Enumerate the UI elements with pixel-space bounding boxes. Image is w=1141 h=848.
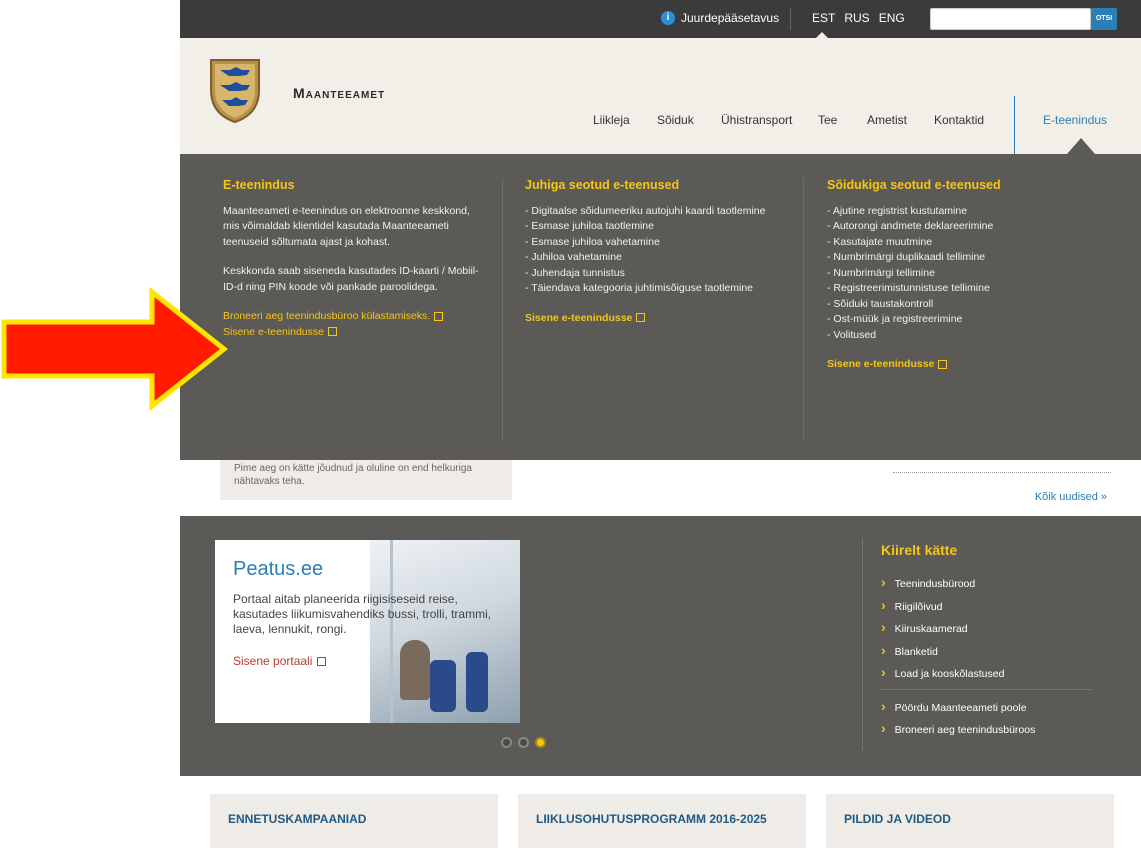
quick-link[interactable]: Load ja kooskõlastused xyxy=(881,662,1112,685)
list-item[interactable]: - Esmase juhiloa taotlemine xyxy=(525,219,790,235)
enter-portal-link[interactable]: Sisene portaali xyxy=(233,654,327,668)
col-title: Juhiga seotud e-teenused xyxy=(525,178,680,192)
search-input[interactable] xyxy=(930,8,1091,30)
dotted-divider xyxy=(893,472,1111,473)
col-paragraph: Maanteeameti e-teenindus on elektroonne … xyxy=(223,204,470,248)
external-link-icon xyxy=(328,327,337,337)
language-switcher: EST RUS ENG xyxy=(812,11,905,25)
brand-name[interactable]: Maanteeamet xyxy=(293,85,385,101)
quick-link[interactable]: Teenindusbürood xyxy=(881,572,1112,595)
list-item[interactable]: - Volitused xyxy=(827,328,1097,344)
accessibility-link[interactable]: i Juurdepääsetavus xyxy=(661,11,779,25)
list-item[interactable]: - Täiendava kategooria juhtimisõiguse ta… xyxy=(525,281,790,297)
list-item[interactable]: - Numbrimärgi duplikaadi tellimine xyxy=(827,250,1097,266)
card-title: PILDID JA VIDEOD xyxy=(844,812,951,826)
quick-link[interactable]: Broneeri aeg teenindusbüroos xyxy=(881,718,1112,741)
quick-link[interactable]: Riigilõivud xyxy=(881,595,1112,618)
nav-item-liikleja[interactable]: Liikleja xyxy=(593,113,630,127)
carousel-dot[interactable] xyxy=(518,737,529,748)
list-item[interactable]: - Juhiloa vahetamine xyxy=(525,250,790,266)
list-item[interactable]: - Numbrimärgi tellimine xyxy=(827,266,1097,282)
card-title: ENNETUSKAMPAANIAD xyxy=(228,812,367,826)
accessibility-icon: i xyxy=(661,11,675,25)
promo-description: Portaal aitab planeerida riigisiseseid r… xyxy=(233,592,492,636)
media-card[interactable]: PILDID JA VIDEOD xyxy=(826,794,1114,848)
e-teenindus-dropdown: E-teenindus Maanteeameti e-teenindus on … xyxy=(180,154,1141,460)
quick-link[interactable]: Blanketid xyxy=(881,640,1112,663)
book-appointment-link[interactable]: Broneeri aeg teenindusbüroo külastamisek… xyxy=(223,309,483,325)
coat-of-arms-logo[interactable] xyxy=(207,56,263,124)
list-item[interactable]: - Ajutine registrist kustutamine xyxy=(827,204,1097,220)
list-item[interactable]: - Kasutajate muutmine xyxy=(827,235,1097,251)
external-link-icon xyxy=(434,311,444,321)
external-link-icon xyxy=(636,313,646,323)
quick-links-title: Kiirelt kätte xyxy=(881,542,958,558)
dotted-divider xyxy=(881,688,1091,690)
tip-text: Pime aeg on kätte jõudnud ja oluline on … xyxy=(234,463,472,487)
list-item[interactable]: - Digitaalse sõidumeeriku autojuhi kaard… xyxy=(525,204,790,220)
lang-eng[interactable]: ENG xyxy=(879,11,905,25)
quick-link[interactable]: Pöördu Maanteeameti poole xyxy=(881,696,1112,719)
enter-e-service-link[interactable]: Sisene e-teenindusse xyxy=(525,311,790,327)
promo-title: Peatus.ee xyxy=(233,558,324,580)
dropdown-caret xyxy=(1067,138,1095,154)
topbar-divider xyxy=(790,8,791,30)
nav-item-tee[interactable]: Tee xyxy=(818,113,837,127)
promo-card[interactable]: Peatus.ee Portaal aitab planeerida riigi… xyxy=(215,540,520,723)
quick-link[interactable]: Kiiruskaamerad xyxy=(881,617,1112,640)
carousel-dot[interactable] xyxy=(501,737,512,748)
nav-item-uhistransport[interactable]: Ühistransport xyxy=(721,113,792,127)
list-item[interactable]: - Esmase juhiloa vahetamine xyxy=(525,235,790,251)
all-news-link[interactable]: Kõik uudised » xyxy=(1035,491,1107,503)
col-paragraph: Keskkonda saab siseneda kasutades ID-kaa… xyxy=(223,265,479,293)
quick-links: Kiirelt kätte Teenindusbürood Riigilõivu… xyxy=(862,540,1112,750)
page: i Juurdepääsetavus EST RUS ENG OTSI Maan… xyxy=(0,0,1141,848)
card-title: LIIKLUSOHUTUSPROGRAMM 2016-2025 xyxy=(536,812,767,826)
top-bar: i Juurdepääsetavus EST RUS ENG OTSI xyxy=(180,0,1141,38)
nav-item-kontaktid[interactable]: Kontaktid xyxy=(934,113,984,127)
lang-est[interactable]: EST xyxy=(812,11,835,25)
col-title: E-teenindus xyxy=(223,178,295,192)
accessibility-label: Juurdepääsetavus xyxy=(681,11,780,25)
list-item[interactable]: - Registreerimistunnistuse tellimine xyxy=(827,281,1097,297)
news-sidebar: Kõik uudised » xyxy=(885,460,1133,516)
nav-item-ametist[interactable]: Ametist xyxy=(867,113,907,127)
tip-card[interactable]: Pime aeg on kätte jõudnud ja oluline on … xyxy=(220,460,512,500)
carousel-dots xyxy=(501,737,546,748)
campaigns-card[interactable]: ENNETUSKAMPAANIAD xyxy=(210,794,498,848)
list-item[interactable]: - Juhendaja tunnistus xyxy=(525,266,790,282)
external-link-icon xyxy=(938,359,948,369)
carousel-dot-active[interactable] xyxy=(535,737,546,748)
search-button[interactable]: OTSI xyxy=(1091,8,1117,30)
list-item[interactable]: - Ost-müük ja registreerimine xyxy=(827,312,1097,328)
nav-item-soiduk[interactable]: Sõiduk xyxy=(657,113,694,127)
list-item[interactable]: - Sõiduki taustakontroll xyxy=(827,297,1097,313)
col-title: Sõidukiga seotud e-teenused xyxy=(827,178,1001,192)
nav-divider xyxy=(1014,96,1015,154)
column-divider xyxy=(502,178,503,440)
enter-e-service-link[interactable]: Sisene e-teenindusse xyxy=(827,357,1097,373)
list-item[interactable]: - Autorongi andmete deklareerimine xyxy=(827,219,1097,235)
nav-item-e-teenindus[interactable]: E-teenindus xyxy=(1043,113,1107,127)
external-link-icon xyxy=(317,657,327,667)
column-divider xyxy=(803,178,804,440)
dropdown-col-driver-services: Juhiga seotud e-teenused - Digitaalse sõ… xyxy=(525,178,790,326)
annotation-arrow-icon xyxy=(1,286,229,412)
enter-e-service-link[interactable]: Sisene e-teenindusse xyxy=(223,325,483,341)
lang-rus[interactable]: RUS xyxy=(844,11,869,25)
dropdown-col-vehicle-services: Sõidukiga seotud e-teenused - Ajutine re… xyxy=(827,178,1097,373)
site-header: Maanteeamet Liikleja Sõiduk Ühistranspor… xyxy=(180,38,1141,154)
traffic-safety-card[interactable]: LIIKLUSOHUTUSPROGRAMM 2016-2025 xyxy=(518,794,806,848)
dropdown-col-e-teenindus: E-teenindus Maanteeameti e-teenindus on … xyxy=(223,178,483,340)
